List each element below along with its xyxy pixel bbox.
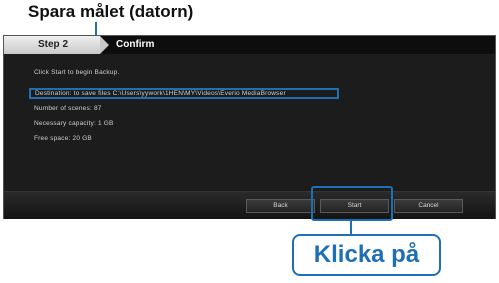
- back-button[interactable]: Back: [246, 199, 315, 213]
- necessary-capacity-text: Necessary capacity: 1 GB: [34, 120, 114, 127]
- cancel-button[interactable]: Cancel: [394, 199, 463, 213]
- destination-text: Destination: to save files C:\Users\yywo…: [35, 90, 286, 97]
- step-bar: Step 2 Confirm: [4, 36, 495, 54]
- button-bar: Back Start Cancel: [4, 191, 495, 219]
- destination-highlight: Destination: to save files C:\Users\yywo…: [29, 88, 339, 99]
- free-space-text: Free space: 20 GB: [34, 135, 92, 142]
- instruction-text: Click Start to begin Backup.: [34, 69, 120, 76]
- callout-connector-line: [350, 221, 352, 235]
- click-here-callout: Klicka på: [292, 234, 441, 276]
- backup-wizard-window: Step 2 Confirm Click Start to begin Back…: [3, 35, 496, 219]
- save-destination-callout: Spara målet (datorn): [28, 2, 194, 21]
- current-step-title: Confirm: [116, 39, 155, 50]
- step-arrow-icon: [100, 36, 109, 54]
- scene-count-text: Number of scenes: 87: [34, 105, 102, 112]
- start-button-highlight: [311, 186, 393, 221]
- step-tab: Step 2: [4, 36, 100, 54]
